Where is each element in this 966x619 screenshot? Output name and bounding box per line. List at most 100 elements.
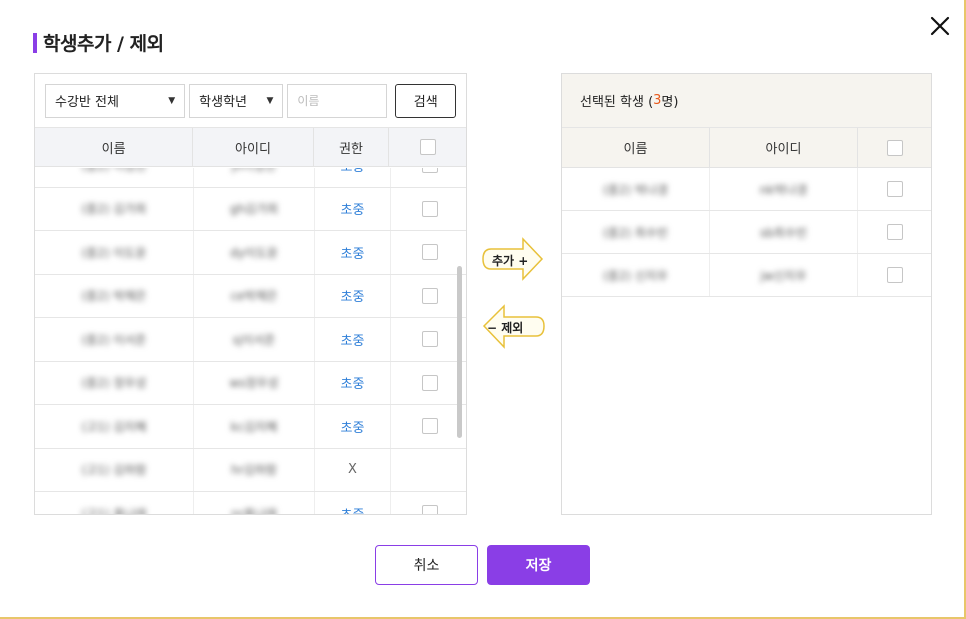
table-row[interactable]: (중2) 이도윤 dy이도윤 초중 xyxy=(35,231,466,275)
row-checkbox[interactable] xyxy=(421,331,438,348)
selected-student-name: (중2) 최수빈 xyxy=(603,225,668,240)
selected-header-suffix: 명) xyxy=(661,95,679,110)
row-checkbox[interactable] xyxy=(421,200,438,217)
grade-select[interactable]: 학생학년 ▼ xyxy=(189,83,284,118)
row-checkbox[interactable] xyxy=(886,224,903,240)
selected-student-name: (중2) 신지우 xyxy=(603,268,668,283)
cell-checkbox xyxy=(391,318,466,361)
cell-id: nk박나경 xyxy=(710,168,858,210)
table-row[interactable]: (중2) 최수빈 sb최수빈 xyxy=(562,211,931,254)
student-role: 초중 xyxy=(341,168,365,175)
close-icon xyxy=(930,16,950,36)
cell-id: sb최수빈 xyxy=(710,211,858,253)
selected-students-panel: 선택된 학생 (3 명) 이름 아이디 (중2) 박나경 nk박나경 (중2) 최수빈… xyxy=(561,73,932,515)
cancel-button[interactable]: 취소 xyxy=(375,545,478,585)
chevron-down-icon: ▼ xyxy=(266,95,274,106)
title-accent-bar xyxy=(33,32,37,53)
cell-name: (중2) 정우성 xyxy=(35,361,194,404)
filter-row: 수강반 전체 ▼ 학생학년 ▼ 검색 xyxy=(35,74,466,128)
table-row[interactable]: (중2) 이서준 sj이서준 초중 xyxy=(35,318,466,362)
table-row[interactable]: (중2) 이정현 jh이정현 초중 xyxy=(35,168,466,188)
row-checkbox[interactable] xyxy=(886,181,903,197)
row-checkbox[interactable] xyxy=(421,244,438,261)
cell-checkbox xyxy=(858,211,931,253)
student-id: ws정우성 xyxy=(229,376,279,391)
close-button[interactable] xyxy=(928,14,952,38)
cell-role: 초중 xyxy=(315,361,391,404)
table-row[interactable]: (고1) 김지혜 kc김지혜 초중 xyxy=(35,405,466,449)
cell-checkbox xyxy=(858,254,931,296)
cell-role: 초중 xyxy=(315,187,391,230)
student-role: 초중 xyxy=(340,246,365,262)
cell-role: 초중 xyxy=(315,231,391,274)
cell-id: dy이도윤 xyxy=(194,231,315,274)
table-row[interactable]: (중2) 박나경 nk박나경 xyxy=(562,168,931,211)
student-table-body[interactable]: (중2) 이정현jh이정현초중(중2) 김가희gh김가희초중(중2) 이도윤dy… xyxy=(35,168,466,515)
student-role: 초중 xyxy=(340,420,365,436)
cell-checkbox xyxy=(391,405,466,448)
select-all-cell xyxy=(389,128,466,166)
add-button[interactable]: 추가 + xyxy=(482,237,544,281)
column-header-id: 아이디 xyxy=(193,128,314,166)
name-search-input[interactable] xyxy=(287,83,388,118)
cell-name: (고1) 홍나래 xyxy=(35,492,194,514)
student-id: kc김지혜 xyxy=(230,419,278,434)
selected-select-all-checkbox[interactable] xyxy=(886,139,903,156)
grade-select-value: 학생학년 xyxy=(199,95,247,110)
student-list-scrollbar[interactable] xyxy=(457,266,462,438)
remove-button[interactable]: − 제외 xyxy=(481,304,545,349)
table-row[interactable]: (중2) 김가희 gh김가희 초중 xyxy=(35,187,466,231)
row-checkbox[interactable] xyxy=(421,287,438,304)
select-all-checkbox[interactable] xyxy=(419,139,436,155)
student-id: nr홍나래 xyxy=(231,506,277,515)
cell-id: kc김지혜 xyxy=(194,405,315,448)
student-name: (고1) 김지혜 xyxy=(81,419,147,434)
row-checkbox[interactable] xyxy=(421,168,438,174)
student-id: sj이서준 xyxy=(232,332,276,347)
table-row[interactable]: (고1) 홍나래 nr홍나래 초중 xyxy=(35,492,466,515)
cell-name: (중2) 최수빈 xyxy=(562,211,710,253)
table-row[interactable]: (고1) 김하람 hr김하람 X xyxy=(35,448,466,492)
cell-id: jh이정현 xyxy=(194,168,315,187)
cell-role: 초중 xyxy=(315,168,391,187)
add-button-label: 추가 + xyxy=(492,254,529,268)
table-row[interactable]: (중2) 정우성 ws정우성 초중 xyxy=(35,361,466,405)
selected-table-header: 이름 아이디 xyxy=(562,128,931,168)
search-button[interactable]: 검색 xyxy=(395,83,456,118)
cell-name: (고1) 김하람 xyxy=(35,448,194,491)
cell-id: hr김하람 xyxy=(194,448,315,491)
cell-name: (고1) 김지혜 xyxy=(35,405,194,448)
cell-role: 초중 xyxy=(315,274,391,317)
cell-role: 초중 xyxy=(315,492,391,514)
student-name: (고1) 김하람 xyxy=(81,463,147,478)
class-select[interactable]: 수강반 전체 ▼ xyxy=(45,83,186,118)
cell-checkbox xyxy=(391,168,466,187)
selected-student-id: sb최수빈 xyxy=(760,225,807,240)
student-name: (중2) 이도윤 xyxy=(81,245,147,260)
cell-role: 초중 xyxy=(315,405,391,448)
student-rows: (중2) 이정현jh이정현초중(중2) 김가희gh김가희초중(중2) 이도윤dy… xyxy=(35,168,466,515)
student-name: (중2) 박채은 xyxy=(81,289,147,304)
chevron-down-icon: ▼ xyxy=(168,95,176,106)
cell-role: X xyxy=(315,448,391,491)
student-table-header: 이름 아이디 권한 xyxy=(35,128,466,167)
cell-checkbox xyxy=(391,449,466,492)
cell-id: ce박채은 xyxy=(194,274,315,317)
student-search-panel: 수강반 전체 ▼ 학생학년 ▼ 검색 이름 아이디 권한 (중2) 이정현 jh이… xyxy=(34,73,467,515)
selected-student-name: (중2) 박나경 xyxy=(603,182,668,197)
table-row[interactable]: (중2) 신지우 jw신지우 xyxy=(562,254,931,297)
row-checkbox[interactable] xyxy=(886,267,903,283)
row-checkbox[interactable] xyxy=(421,374,438,391)
row-checkbox[interactable] xyxy=(421,505,438,514)
table-row[interactable]: (중2) 박채은 ce박채은 초중 xyxy=(35,274,466,318)
remove-button-label: − 제외 xyxy=(487,321,524,335)
row-checkbox[interactable] xyxy=(421,418,438,435)
cell-id: sj이서준 xyxy=(194,318,315,361)
save-button[interactable]: 저장 xyxy=(487,545,590,585)
dialog-title: 학생추가 / 제외 xyxy=(43,33,164,55)
selected-count: 3 xyxy=(653,93,662,108)
cell-name: (중2) 박채은 xyxy=(35,274,194,317)
cell-name: (중2) 이서준 xyxy=(35,318,194,361)
selected-students-header: 선택된 학생 (3 명) xyxy=(562,74,931,128)
cell-checkbox xyxy=(391,362,466,405)
